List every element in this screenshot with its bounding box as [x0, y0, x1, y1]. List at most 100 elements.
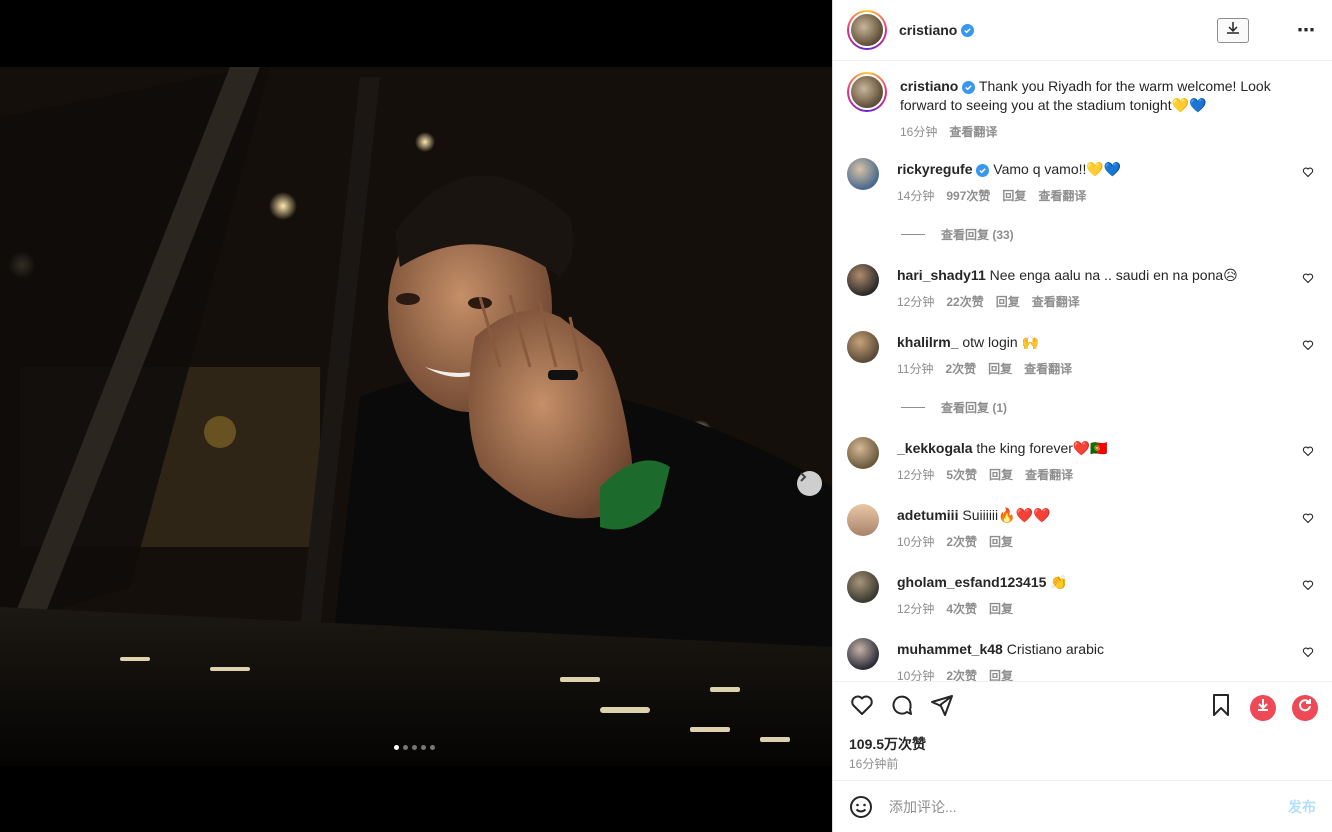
reply-link[interactable]: 回复 [989, 533, 1013, 550]
like-comment-heart-icon[interactable] [1302, 271, 1314, 284]
comment-username[interactable]: khalilrm_ [897, 334, 958, 350]
comment-text: otw login 🙌 [962, 334, 1039, 350]
comment-item: rickyregufe Vamo q vamo!!💛💙 14分钟 997次赞 回… [847, 158, 1316, 204]
reply-link[interactable]: 回复 [989, 466, 1013, 483]
download-media-button[interactable] [1250, 694, 1276, 721]
avatar[interactable] [847, 331, 879, 363]
replies-divider [901, 407, 925, 408]
post-caption: cristiano Thank you Riyadh for the warm … [847, 72, 1316, 140]
comment-item: _kekkogala the king forever❤️🇵🇹 12分钟 5次赞… [847, 437, 1316, 483]
comment-time: 10分钟 [897, 535, 935, 549]
like-comment-heart-icon[interactable] [1302, 511, 1314, 524]
share-icon [930, 693, 954, 722]
replies-divider [901, 234, 925, 235]
like-comment-heart-icon[interactable] [1302, 165, 1314, 178]
comment-time: 12分钟 [897, 295, 935, 309]
author-username[interactable]: cristiano [899, 22, 957, 38]
comment-likes[interactable]: 2次赞 [946, 667, 977, 681]
comment-username[interactable]: _kekkogala [897, 440, 973, 456]
avatar[interactable] [847, 72, 887, 112]
post-comment-button[interactable]: 发布 [1288, 797, 1316, 817]
comment-time: 10分钟 [897, 669, 935, 681]
comment-username[interactable]: muhammet_k48 [897, 641, 1003, 657]
comment-item: gholam_esfand123415 👏 12分钟 4次赞 回复 [847, 571, 1316, 617]
like-comment-heart-icon[interactable] [1302, 578, 1314, 591]
reply-link[interactable]: 回复 [996, 293, 1020, 310]
avatar[interactable] [847, 264, 879, 296]
reply-link[interactable]: 回复 [1002, 187, 1026, 204]
view-replies[interactable]: 查看回复 (33) [901, 226, 1316, 243]
translate-link[interactable]: 查看翻译 [1024, 360, 1072, 377]
view-replies[interactable]: 查看回复 (1) [901, 399, 1316, 416]
comment-button[interactable] [889, 695, 915, 721]
photo-illustration [0, 67, 832, 766]
comment-input[interactable] [889, 798, 1288, 815]
post-time: 16分钟前 [849, 757, 899, 771]
comment-username[interactable]: gholam_esfand123415 [897, 574, 1046, 590]
more-options-button[interactable]: ⋯ [1297, 20, 1316, 41]
comment-text: Nee enga aalu na .. saudi en na pona😥 [989, 267, 1238, 283]
heart-icon [850, 693, 874, 722]
comment-text: 👏 [1050, 574, 1068, 590]
comment-time: 14分钟 [897, 189, 935, 203]
like-count[interactable]: 109.5万次赞 [833, 733, 1332, 755]
comment-likes[interactable]: 2次赞 [945, 360, 976, 377]
reply-link[interactable]: 回复 [988, 360, 1012, 377]
view-replies-label[interactable]: 查看回复 (1) [941, 399, 1007, 416]
translate-link[interactable]: 查看翻译 [1038, 187, 1086, 204]
download-button[interactable] [1217, 17, 1249, 43]
bookmark-icon [1210, 693, 1232, 722]
next-photo-button[interactable] [797, 471, 822, 496]
comment-text: Vamo q vamo!!💛💙 [993, 161, 1122, 177]
avatar[interactable] [847, 571, 879, 603]
post-photo[interactable] [0, 67, 832, 766]
add-comment-bar: 发布 [833, 780, 1332, 832]
comment-icon [890, 693, 914, 722]
carousel-dot [430, 745, 435, 750]
comment-username[interactable]: hari_shady11 [897, 267, 986, 283]
comment-likes[interactable]: 2次赞 [946, 533, 977, 550]
caption-time: 16分钟 [900, 125, 938, 139]
view-replies-label[interactable]: 查看回复 (33) [941, 226, 1014, 243]
comment-likes[interactable]: 22次赞 [946, 293, 983, 310]
comment-text: Suiiiiii🔥❤️❤️ [962, 507, 1051, 523]
avatar[interactable] [847, 504, 879, 536]
comment-username[interactable]: adetumiii [897, 507, 958, 523]
carousel-indicator [394, 745, 435, 750]
download-icon [1225, 20, 1241, 41]
refresh-button[interactable] [1292, 694, 1318, 721]
verified-badge-icon [976, 164, 990, 177]
reply-link[interactable]: 回复 [989, 600, 1013, 617]
like-button[interactable] [849, 695, 875, 721]
reply-link[interactable]: 回复 [989, 667, 1013, 681]
comment-item: adetumiii Suiiiiii🔥❤️❤️ 10分钟 2次赞 回复 [847, 504, 1316, 550]
comment-item: muhammet_k48 Cristiano arabic 10分钟 2次赞 回… [847, 638, 1316, 681]
download-icon [1256, 698, 1270, 717]
comment-list[interactable]: cristiano Thank you Riyadh for the warm … [833, 61, 1332, 681]
comment-likes[interactable]: 997次赞 [946, 187, 990, 204]
comment-time: 12分钟 [897, 468, 935, 482]
comment-username[interactable]: rickyregufe [897, 161, 972, 177]
avatar[interactable] [847, 10, 887, 50]
translate-link[interactable]: 查看翻译 [1025, 466, 1073, 483]
like-comment-heart-icon[interactable] [1302, 338, 1314, 351]
post-actions [833, 681, 1332, 733]
post-author[interactable]: cristiano [899, 22, 975, 38]
share-button[interactable] [929, 695, 955, 721]
translate-link[interactable]: 查看翻译 [1032, 293, 1080, 310]
caption-username[interactable]: cristiano [900, 78, 958, 94]
comment-time: 12分钟 [897, 602, 935, 616]
post-media [0, 0, 832, 832]
like-comment-heart-icon[interactable] [1302, 444, 1314, 457]
translate-link[interactable]: 查看翻译 [949, 123, 997, 140]
save-button[interactable] [1208, 693, 1234, 722]
comment-item: hari_shady11 Nee enga aalu na .. saudi e… [847, 264, 1316, 310]
avatar[interactable] [847, 437, 879, 469]
like-comment-heart-icon[interactable] [1302, 645, 1314, 658]
emoji-icon[interactable] [849, 795, 873, 819]
comment-likes[interactable]: 4次赞 [946, 600, 977, 617]
avatar[interactable] [847, 638, 879, 670]
comment-time: 11分钟 [897, 362, 934, 376]
comment-likes[interactable]: 5次赞 [946, 466, 977, 483]
avatar[interactable] [847, 158, 879, 190]
